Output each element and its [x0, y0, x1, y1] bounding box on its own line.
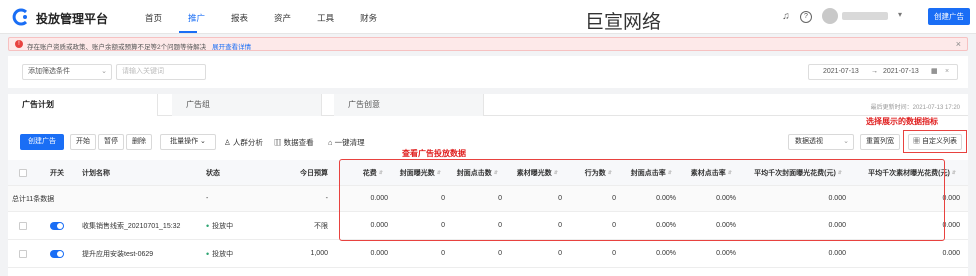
nav-home[interactable]: 首页	[145, 12, 162, 24]
nav-active-indicator	[179, 31, 197, 33]
col-switch: 开关	[50, 169, 64, 177]
status-dot-icon: •	[206, 220, 210, 231]
batch-label: 批量操作	[170, 138, 199, 145]
nav-reports[interactable]: 报表	[231, 12, 248, 24]
row-cpm-material: 0.000	[942, 250, 960, 257]
delete-button[interactable]: 删除	[126, 134, 152, 150]
one-click-clean-link[interactable]: ⌂ 一键清理	[328, 137, 365, 148]
nav-finance[interactable]: 财务	[360, 12, 377, 24]
col-plan-name[interactable]: 计划名称	[82, 160, 110, 185]
nav-promotion[interactable]: 推广	[188, 12, 205, 24]
row-material-impr: 0	[558, 250, 562, 257]
row-budget[interactable]: 1,000	[278, 240, 328, 267]
crowd-analysis-link[interactable]: ♙ 人群分析	[224, 137, 263, 148]
logo-icon	[12, 8, 28, 26]
help-icon[interactable]: ?	[800, 11, 812, 23]
row-cost: 0.000	[370, 250, 388, 257]
crowd-label: 人群分析	[232, 138, 263, 147]
alert-banner: ! 存在账户资质或政策、账户余额或预算不足等2个问题等待解决 展开查看详情 ×	[8, 37, 968, 51]
watermark-text: 巨宣网络	[585, 11, 662, 33]
data-view-label: 数据查看	[283, 138, 314, 147]
chart-icon: ▥	[274, 138, 282, 147]
start-button[interactable]: 开始	[70, 134, 96, 150]
alert-text: 存在账户资质或政策、账户余额或预算不足等2个问题等待解决	[27, 44, 207, 51]
tab-ad-creative[interactable]: 广告创意	[334, 94, 484, 116]
row-checkbox[interactable]	[16, 212, 30, 239]
perspective-label: 数据透视	[795, 138, 823, 145]
chevron-down-icon[interactable]: ▾	[898, 10, 902, 19]
one-click-label: 一键清理	[334, 138, 365, 147]
col-status[interactable]: 状态	[206, 160, 220, 185]
col-budget[interactable]: 今日预算	[278, 160, 328, 185]
batch-ops-select[interactable]: 批量操作 ⌄	[160, 134, 216, 150]
close-icon[interactable]: ×	[945, 65, 949, 79]
row-status-label: 投放中	[212, 222, 234, 230]
row-status: • 投放中	[206, 212, 233, 239]
row-cover-ctr: 0.00%	[656, 250, 676, 257]
create-ad-button[interactable]: 创建广告	[20, 134, 64, 150]
custom-columns-highlight-box	[903, 130, 967, 153]
row-checkbox[interactable]	[16, 240, 30, 267]
total-budget: -	[325, 195, 328, 202]
bell-icon[interactable]: ♫	[780, 11, 792, 23]
tab-ad-group[interactable]: 广告组	[172, 94, 322, 116]
nav-tools[interactable]: 工具	[317, 12, 334, 24]
chevron-down-icon: ⌄	[101, 68, 107, 75]
main-nav: 首页 推广 报表 资产 工具 财务	[145, 12, 403, 24]
date-separator: →	[871, 68, 878, 75]
user-icon: ♙	[224, 138, 231, 147]
nav-assets[interactable]: 资产	[274, 12, 291, 24]
table-row[interactable]: 提升应用安装test-0629 • 投放中 1,000 0.000 0 0 0 0…	[8, 240, 968, 268]
tab-ad-plan[interactable]: 广告计划	[8, 94, 158, 116]
chevron-down-icon: ⌄	[200, 138, 206, 145]
error-icon: !	[15, 40, 23, 48]
row-budget[interactable]: 不限	[278, 212, 328, 239]
create-ad-top-button[interactable]: 创建广告	[928, 8, 970, 25]
row-status: • 投放中	[206, 240, 233, 267]
annotation-select-metrics: 选择展示的数据指标	[866, 117, 938, 126]
date-range-picker[interactable]: 2021-07-13 → 2021-07-13 ▦ ×	[808, 64, 958, 80]
close-icon[interactable]: ×	[956, 39, 961, 49]
row-actions: 0	[612, 250, 616, 257]
data-view-link[interactable]: ▥ 数据查看	[274, 137, 314, 148]
add-filter-label: 添加筛选条件	[28, 68, 70, 75]
date-start: 2021-07-13	[823, 68, 859, 75]
sort-icon[interactable]: ⇵	[952, 170, 956, 176]
calendar-icon: ▦	[931, 68, 938, 75]
row-status-label: 投放中	[212, 250, 234, 258]
total-status: -	[206, 195, 209, 202]
last-updated-text: 最后更新时间：2021-07-13 17:20	[870, 105, 960, 111]
date-end: 2021-07-13	[883, 68, 919, 75]
annotation-view-data: 查看广告投放数据	[402, 149, 466, 158]
row-cover-clicks: 0	[498, 250, 502, 257]
data-perspective-select[interactable]: 数据透视 ⌄	[788, 134, 854, 150]
avatar[interactable]	[822, 8, 838, 24]
add-filter-select[interactable]: 添加筛选条件 ⌄	[22, 64, 112, 80]
row-toggle[interactable]	[50, 240, 64, 267]
select-all-checkbox[interactable]	[16, 160, 30, 185]
row-toggle[interactable]	[50, 212, 64, 239]
chevron-down-icon: ⌄	[843, 138, 849, 145]
row-cpm-cover: 0.000	[828, 250, 846, 257]
alert-details-link[interactable]: 展开查看详情	[212, 44, 251, 51]
row-cover-impr: 0	[441, 250, 445, 257]
toolbar: 创建广告 开始 暂停 删除 批量操作 ⌄ ♙ 人群分析 ▥ 数据查看 ⌂ 一键清…	[8, 134, 968, 152]
row-material-ctr: 0.00%	[716, 250, 736, 257]
filter-bar: 添加筛选条件 ⌄ 请输入关键词 2021-07-13 → 2021-07-13 ▦…	[8, 56, 968, 88]
username-blurred[interactable]	[842, 12, 888, 20]
top-bar: 投放管理平台 首页 推广 报表 资产 工具 财务 巨宣网络 ♫ ? ▾ 创建广告	[0, 0, 976, 34]
total-label: 总计11条数据	[12, 195, 55, 203]
broom-icon: ⌂	[328, 138, 333, 147]
app-title: 投放管理平台	[36, 12, 109, 26]
reset-column-width-button[interactable]: 重置列宽	[860, 134, 900, 150]
data-highlight-box	[339, 159, 945, 241]
level-tabs: 广告计划 广告组 广告创意 最后更新时间：2021-07-13 17:20	[8, 94, 968, 116]
status-dot-icon: •	[206, 248, 210, 259]
row-plan-name[interactable]: 提升应用安装test-0629	[82, 240, 153, 267]
pause-button[interactable]: 暂停	[98, 134, 124, 150]
keyword-search-input[interactable]: 请输入关键词	[116, 64, 206, 80]
row-plan-name[interactable]: 收集销售线索_20210701_15:32	[82, 212, 180, 239]
